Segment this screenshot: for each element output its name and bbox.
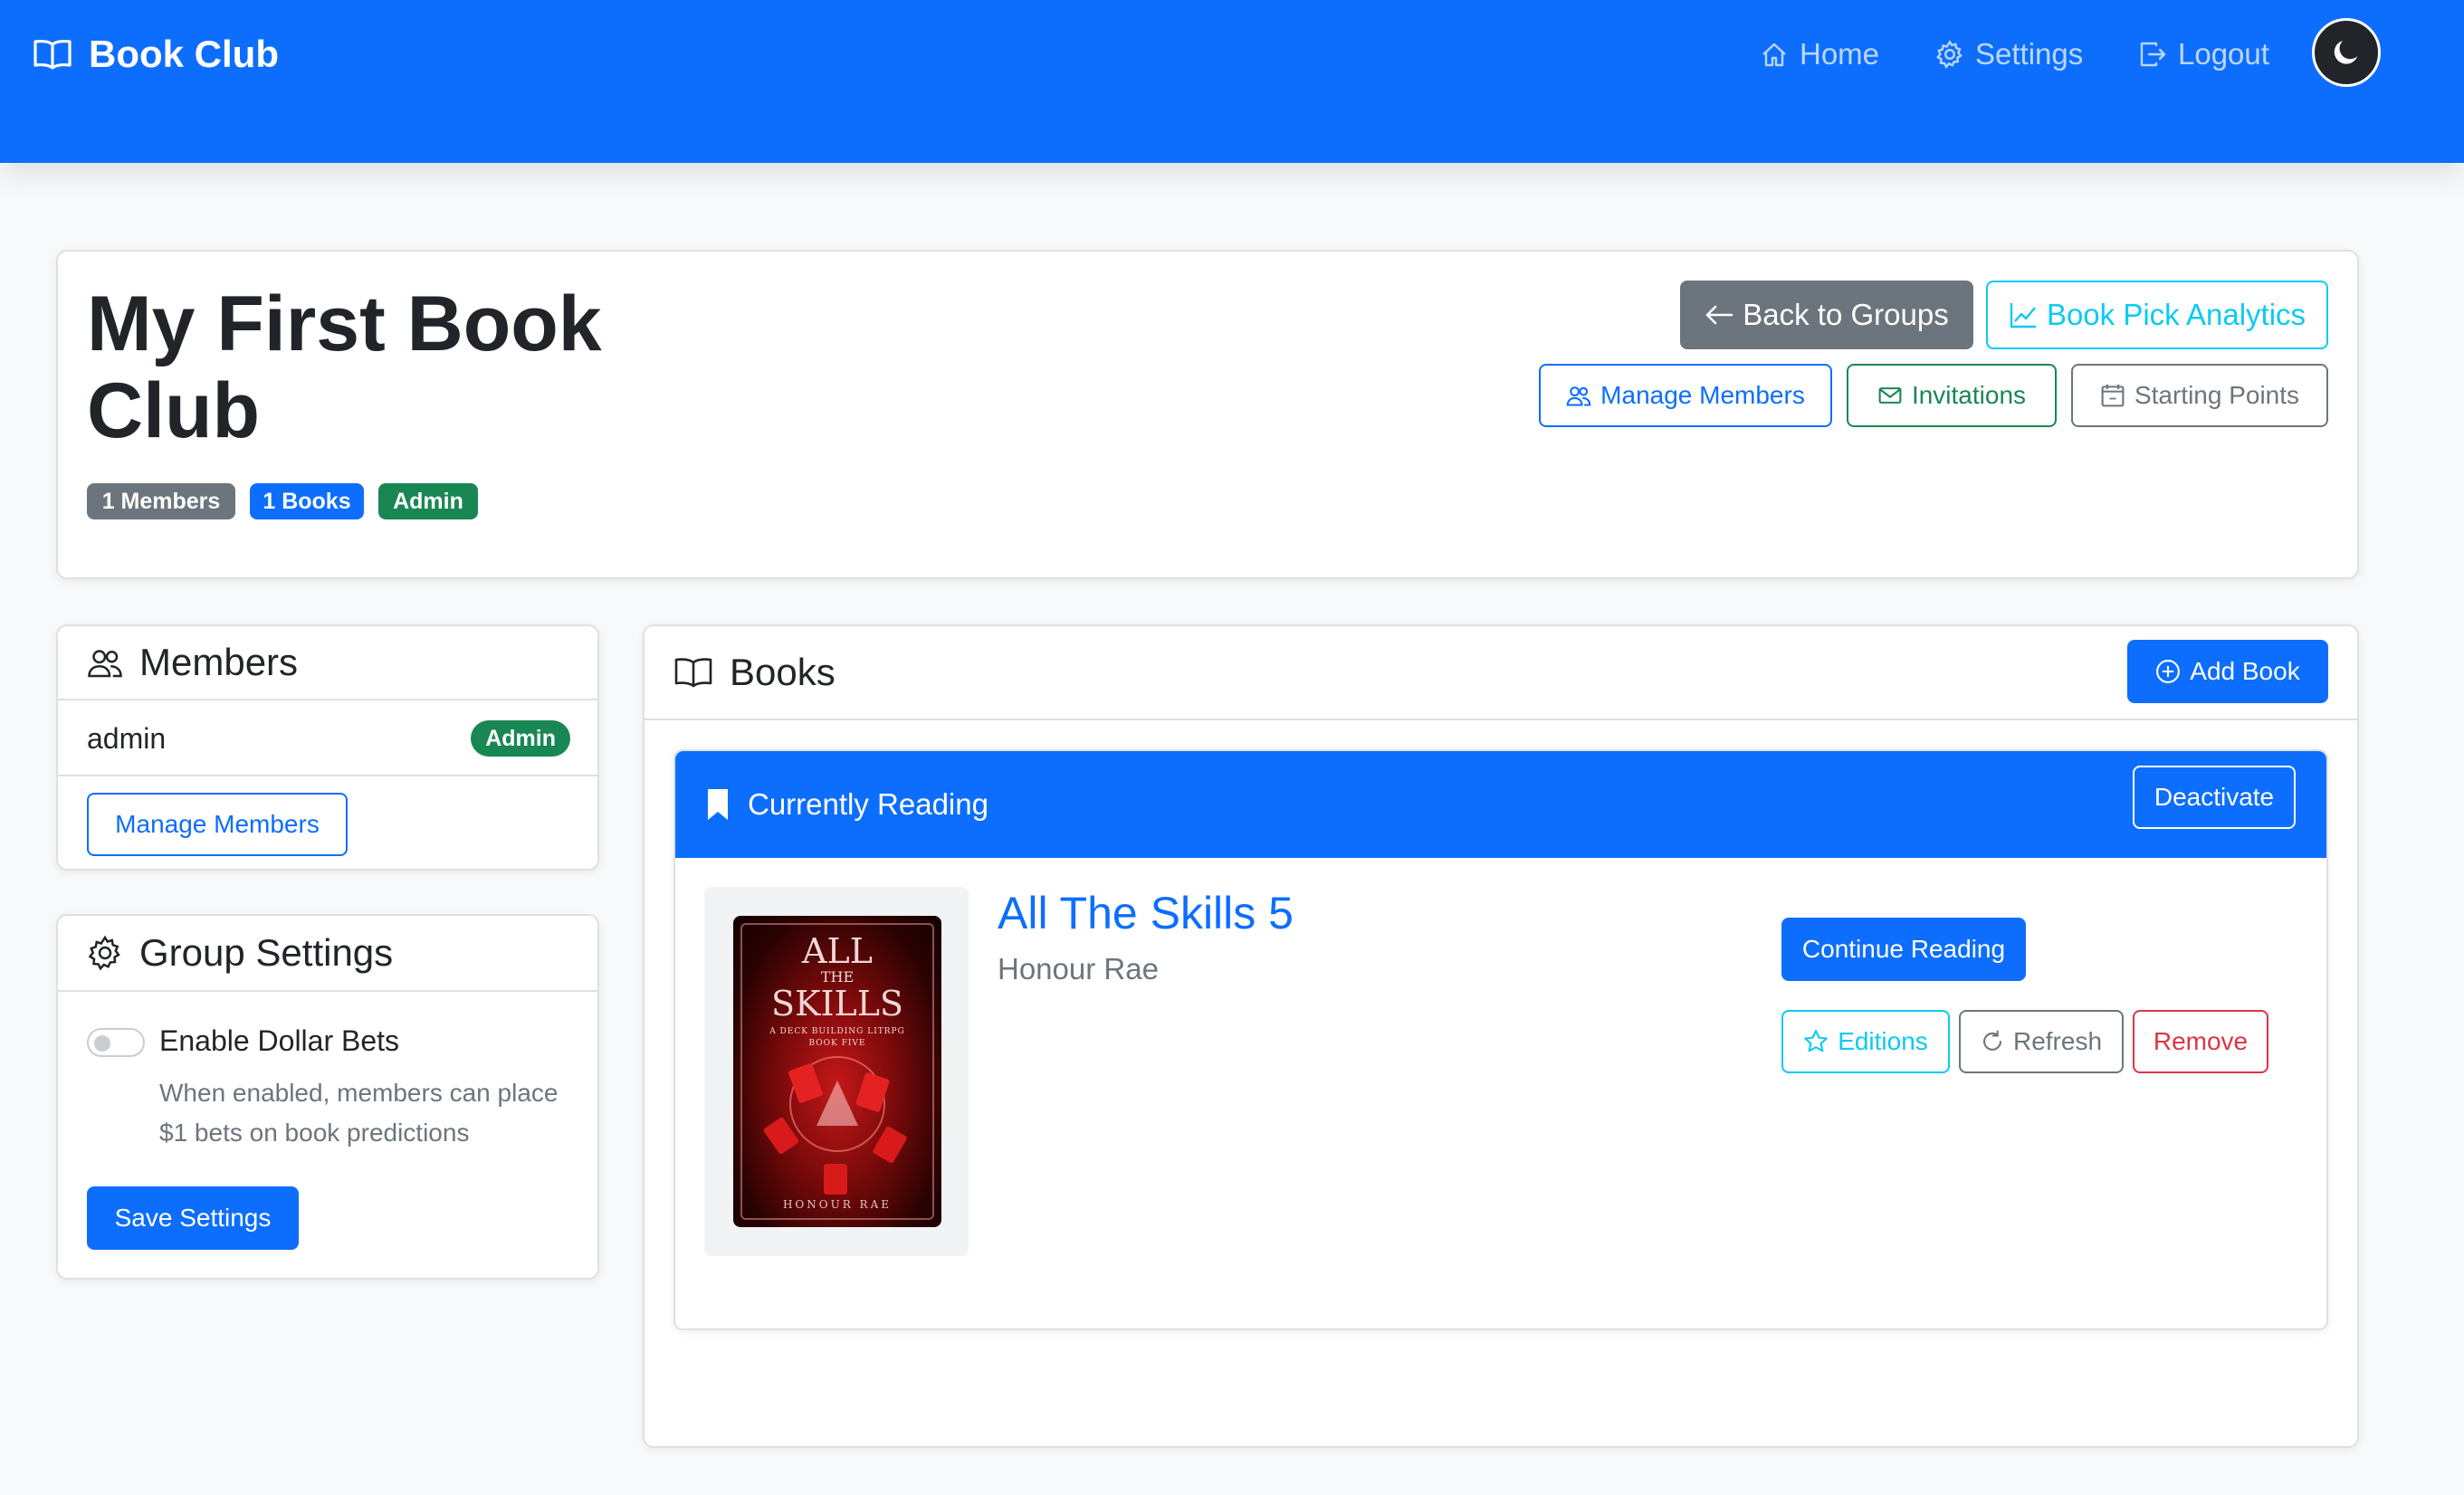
continue-reading-button[interactable]: Continue Reading	[1781, 918, 2026, 981]
people-icon	[87, 644, 123, 681]
cover-tagline: A DECK BUILDING LITRPG	[769, 1027, 905, 1036]
deactivate-button[interactable]: Deactivate	[2133, 766, 2296, 829]
manage-members-header-label: Manage Members	[1600, 381, 1805, 409]
role-label: Admin	[393, 488, 463, 514]
manage-members-button[interactable]: Manage Members	[87, 793, 348, 856]
cover-title-line1: ALL	[802, 931, 873, 971]
gear-icon	[1935, 40, 1964, 69]
calendar-icon	[2100, 383, 2125, 408]
book-pick-analytics-label: Book Pick Analytics	[2046, 298, 2306, 331]
invitations-label: Invitations	[1911, 381, 2027, 409]
arrow-left-icon	[1705, 304, 1733, 326]
remove-label: Remove	[2153, 1027, 2249, 1055]
members-count-label: 1 Members	[101, 488, 221, 514]
books-count-label: 1 Books	[263, 488, 351, 514]
starting-points-button[interactable]: Starting Points	[2071, 364, 2328, 427]
group-settings-card-header: Group Settings	[58, 916, 597, 992]
nav-settings-label: Settings	[1975, 37, 2084, 71]
dollar-bets-help-line1: When enabled, members can place	[159, 1079, 559, 1107]
books-card-title: Books	[730, 651, 836, 693]
save-settings-button[interactable]: Save Settings	[87, 1186, 299, 1250]
editions-button[interactable]: Editions	[1781, 1010, 1950, 1073]
brand-label: Book Club	[89, 33, 279, 75]
gear-icon	[87, 935, 123, 971]
chart-line-icon	[2009, 300, 2038, 329]
continue-reading-label: Continue Reading	[1801, 935, 2006, 963]
book-icon	[673, 656, 713, 689]
refresh-button[interactable]: Refresh	[1959, 1010, 2124, 1073]
nav-home-link[interactable]: Home	[1760, 27, 1879, 81]
back-to-groups-button[interactable]: Back to Groups	[1680, 281, 1973, 349]
currently-reading-title: Currently Reading	[748, 787, 988, 821]
nav-settings-link[interactable]: Settings	[1935, 27, 2083, 81]
save-settings-label: Save Settings	[114, 1204, 272, 1232]
currently-reading-header: Currently Reading Deactivate	[675, 751, 2326, 858]
nav-logout-label: Logout	[2178, 37, 2269, 71]
remove-button[interactable]: Remove	[2133, 1010, 2268, 1073]
starting-points-label: Starting Points	[2134, 381, 2300, 409]
people-icon	[1566, 383, 1591, 408]
books-card-header: Books	[645, 626, 2357, 720]
add-book-button[interactable]: Add Book	[2127, 640, 2328, 703]
members-card-title: Members	[139, 641, 299, 683]
deactivate-label: Deactivate	[2154, 783, 2275, 811]
home-icon	[1760, 40, 1789, 69]
dollar-bets-toggle[interactable]	[87, 1028, 145, 1057]
member-role-badge: Admin	[471, 720, 570, 757]
navbar: Book Club Home Settings Logout	[0, 0, 2464, 163]
envelope-icon	[1877, 383, 1903, 408]
dollar-bets-label: Enable Dollar Bets	[159, 1024, 400, 1057]
book-cover-image: ALL THE SKILLS A DECK BUILDING LITRPG BO…	[733, 916, 941, 1227]
role-badge: Admin	[378, 483, 478, 519]
members-count-badge: 1 Members	[87, 483, 235, 519]
refresh-label: Refresh	[2012, 1027, 2103, 1055]
plus-circle-icon	[2155, 659, 2181, 684]
logout-icon	[2138, 40, 2167, 69]
editions-label: Editions	[1838, 1027, 1928, 1055]
nav-home-label: Home	[1800, 37, 1880, 71]
book-cover-frame: ALL THE SKILLS A DECK BUILDING LITRPG BO…	[704, 887, 969, 1256]
back-to-groups-label: Back to Groups	[1743, 298, 1949, 331]
cover-title-line3: SKILLS	[771, 984, 903, 1024]
add-book-label: Add Book	[2190, 657, 2300, 685]
member-name: admin	[87, 722, 167, 755]
book-author: Honour Rae	[998, 952, 1159, 986]
cover-title: ALL THE SKILLS A DECK BUILDING LITRPG BO…	[733, 934, 941, 1048]
moon-icon	[2333, 39, 2360, 66]
books-count-badge: 1 Books	[250, 483, 364, 519]
member-list-item: admin Admin	[58, 700, 597, 776]
cover-title-line2: THE	[820, 968, 855, 986]
dollar-bets-help-line2: $1 bets on book predictions	[159, 1119, 470, 1147]
manage-members-header-button[interactable]: Manage Members	[1539, 364, 1832, 427]
book-icon	[33, 38, 72, 71]
refresh-icon	[1981, 1030, 2004, 1053]
members-card: Members admin Admin Manage Members	[56, 624, 599, 871]
star-icon	[1803, 1029, 1829, 1054]
brand-link[interactable]: Book Club	[33, 27, 279, 81]
nav-logout-link[interactable]: Logout	[2138, 27, 2269, 81]
members-card-header: Members	[58, 626, 597, 700]
cover-author: HONOUR RAE	[782, 1198, 893, 1211]
invitations-button[interactable]: Invitations	[1847, 364, 2057, 427]
cover-series-label: BOOK FIVE	[808, 1039, 866, 1048]
group-settings-card-title: Group Settings	[139, 931, 394, 974]
manage-members-label: Manage Members	[115, 810, 320, 838]
bookmark-icon	[706, 789, 730, 820]
page-title: My First Book Club	[87, 281, 602, 454]
book-title-link[interactable]: All The Skills 5	[998, 887, 1294, 939]
book-pick-analytics-button[interactable]: Book Pick Analytics	[1986, 281, 2328, 349]
theme-toggle-button[interactable]	[2312, 18, 2381, 87]
